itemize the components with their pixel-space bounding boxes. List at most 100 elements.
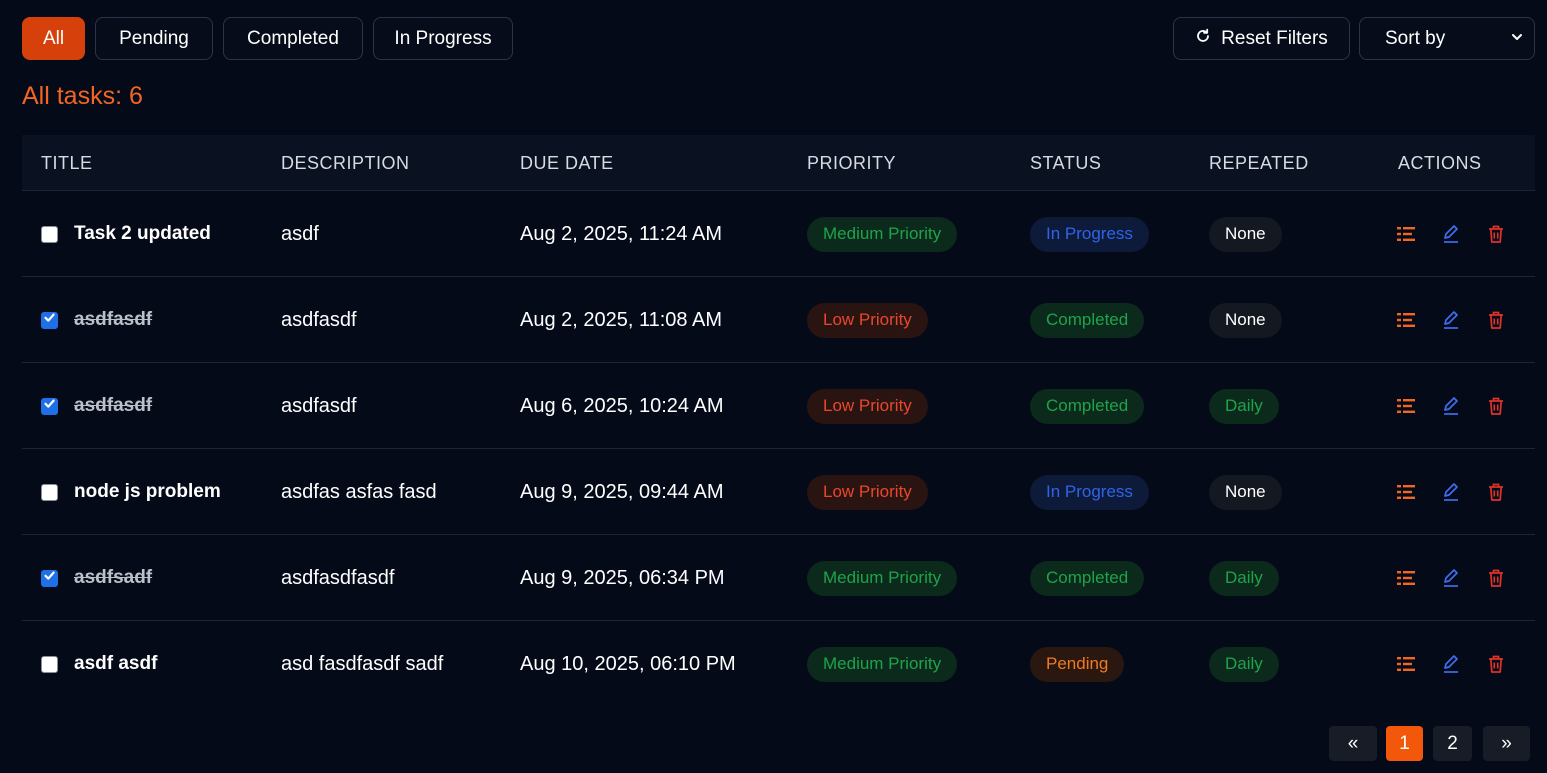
page-button-2[interactable]: 2 — [1433, 726, 1472, 761]
status-cell: Pending — [1030, 621, 1125, 707]
sort-by-select[interactable]: Sort by — [1359, 17, 1535, 60]
tasks-table: TITLE DESCRIPTION DUE DATE PRIORITY STAT… — [22, 135, 1535, 707]
details-icon[interactable] — [1396, 310, 1416, 330]
delete-icon[interactable] — [1486, 310, 1506, 330]
header-title: TITLE — [41, 153, 93, 173]
repeated-badge: None — [1209, 216, 1282, 252]
title-cell: asdfasdf — [41, 363, 152, 449]
table-row: Task 2 updated asdf Aug 2, 2025, 11:24 AM M… — [22, 191, 1535, 277]
details-icon[interactable] — [1396, 396, 1416, 416]
status-badge: In Progress — [1030, 474, 1149, 510]
title-cell: asdf asdf — [41, 621, 157, 707]
delete-icon[interactable] — [1486, 654, 1506, 674]
table-row: node js problem asdfas asfas fasd Aug 9, 2… — [22, 449, 1535, 535]
task-due-date: Aug 10, 2025, 06:10 PM — [520, 652, 736, 675]
task-due-date: Aug 9, 2025, 06:34 PM — [520, 566, 725, 589]
header-actions: ACTIONS — [1398, 153, 1482, 173]
status-badge: Completed — [1030, 388, 1145, 424]
priority-badge: Low Priority — [807, 388, 928, 424]
priority-cell: Medium Priority — [807, 191, 958, 277]
task-title: asdf asdf — [74, 653, 158, 674]
priority-cell: Low Priority — [807, 449, 928, 535]
status-cell: Completed — [1030, 363, 1145, 449]
details-icon[interactable] — [1396, 224, 1416, 244]
task-description: asdfasdf — [281, 394, 357, 417]
edit-icon[interactable] — [1441, 482, 1461, 502]
checkmark-icon — [43, 569, 56, 587]
header-status: STATUS — [1030, 153, 1102, 173]
next-page-button[interactable]: » — [1483, 726, 1530, 761]
reset-filters-label: Reset Filters — [1221, 27, 1328, 49]
priority-cell: Medium Priority — [807, 535, 958, 621]
priority-badge: Low Priority — [807, 302, 928, 338]
task-title: asdfsadf — [74, 567, 153, 588]
task-due-date: Aug 2, 2025, 11:24 AM — [520, 222, 723, 245]
delete-icon[interactable] — [1486, 224, 1506, 244]
task-description: asd fasdfasdf sadf — [281, 652, 444, 675]
table-row: asdfsadf asdfasdfasdf Aug 9, 2025, 06:34 P… — [22, 535, 1535, 621]
edit-icon[interactable] — [1441, 568, 1461, 588]
task-description: asdfasdfasdf — [281, 566, 395, 589]
task-description: asdfas asfas fasd — [281, 480, 437, 503]
priority-cell: Low Priority — [807, 277, 928, 363]
edit-icon[interactable] — [1441, 310, 1461, 330]
priority-badge: Low Priority — [807, 474, 928, 510]
prev-page-button[interactable]: « — [1329, 726, 1377, 761]
priority-badge: Medium Priority — [807, 560, 958, 596]
filter-tab-completed[interactable]: Completed — [223, 17, 363, 60]
page-button-1[interactable]: 1 — [1386, 726, 1423, 761]
task-complete-checkbox[interactable] — [41, 483, 58, 501]
table-header: TITLE DESCRIPTION DUE DATE PRIORITY STAT… — [22, 135, 1535, 191]
details-icon[interactable] — [1396, 482, 1416, 502]
repeated-cell: Daily — [1209, 535, 1279, 621]
task-title: Task 2 updated — [74, 223, 211, 244]
task-count-title: All tasks: 6 — [22, 82, 143, 110]
task-complete-checkbox[interactable] — [41, 397, 58, 415]
header-repeated: REPEATED — [1209, 153, 1309, 173]
edit-icon[interactable] — [1441, 654, 1461, 674]
task-title: asdfasdf — [74, 309, 153, 330]
details-icon[interactable] — [1396, 568, 1416, 588]
status-cell: In Progress — [1030, 191, 1149, 277]
task-title: node js problem — [74, 481, 221, 502]
title-cell: Task 2 updated — [41, 191, 211, 277]
task-due-date: Aug 9, 2025, 09:44 AM — [520, 480, 724, 503]
details-icon[interactable] — [1396, 654, 1416, 674]
repeated-badge: Daily — [1209, 646, 1279, 682]
title-cell: node js problem — [41, 449, 221, 535]
filter-tab-all[interactable]: All — [22, 17, 85, 60]
title-cell: asdfasdf — [41, 277, 152, 363]
status-badge: Completed — [1030, 560, 1145, 596]
filter-tab-pending[interactable]: Pending — [95, 17, 213, 60]
task-title: asdfasdf — [74, 395, 153, 416]
repeated-cell: None — [1209, 449, 1282, 535]
chevron-down-icon — [1510, 28, 1524, 50]
actions-cell — [1396, 621, 1506, 707]
status-cell: Completed — [1030, 535, 1145, 621]
actions-cell — [1396, 449, 1506, 535]
task-due-date: Aug 2, 2025, 11:08 AM — [520, 308, 723, 331]
refresh-icon — [1195, 28, 1211, 50]
status-badge: In Progress — [1030, 216, 1149, 252]
task-complete-checkbox[interactable] — [41, 569, 58, 587]
edit-icon[interactable] — [1441, 224, 1461, 244]
task-complete-checkbox[interactable] — [41, 311, 58, 329]
repeated-cell: Daily — [1209, 621, 1279, 707]
actions-cell — [1396, 277, 1506, 363]
filter-tab-in-progress[interactable]: In Progress — [373, 17, 513, 60]
status-badge: Completed — [1030, 302, 1145, 338]
task-description: asdfasdf — [281, 308, 357, 331]
filter-toolbar: All Pending Completed In Progress Reset … — [22, 17, 1535, 60]
delete-icon[interactable] — [1486, 396, 1506, 416]
status-cell: In Progress — [1030, 449, 1149, 535]
table-row: asdf asdf asd fasdfasdf sadf Aug 10, 2025,… — [22, 621, 1535, 707]
delete-icon[interactable] — [1486, 482, 1506, 502]
task-complete-checkbox[interactable] — [41, 655, 58, 673]
delete-icon[interactable] — [1486, 568, 1506, 588]
reset-filters-button[interactable]: Reset Filters — [1173, 17, 1350, 60]
table-row: asdfasdf asdfasdf Aug 2, 2025, 11:08 AM Low… — [22, 277, 1535, 363]
edit-icon[interactable] — [1441, 396, 1461, 416]
repeated-badge: Daily — [1209, 560, 1279, 596]
task-complete-checkbox[interactable] — [41, 225, 58, 243]
priority-cell: Medium Priority — [807, 621, 958, 707]
